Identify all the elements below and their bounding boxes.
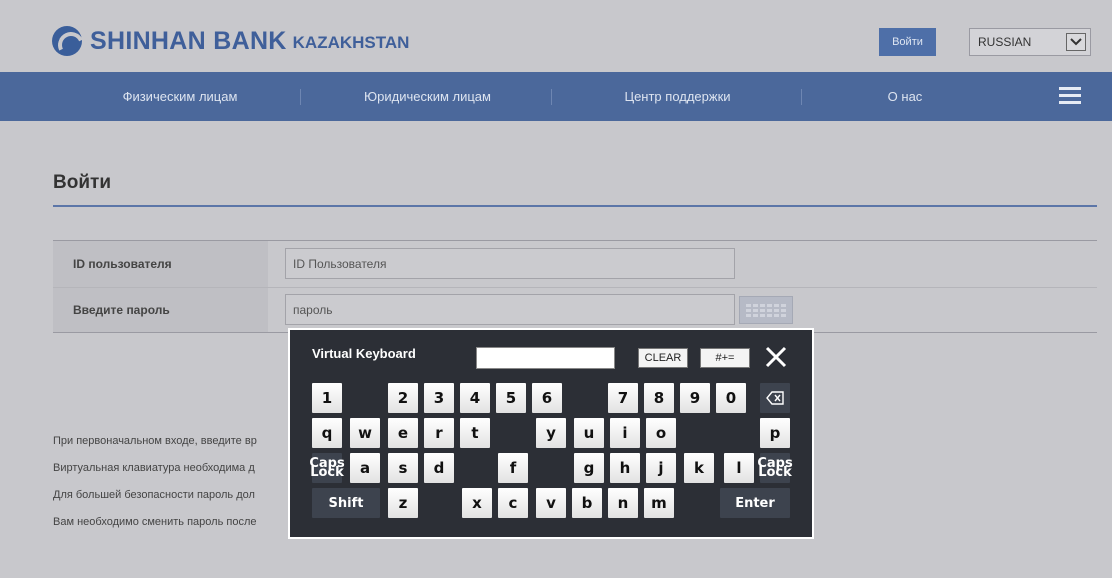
bank-logo[interactable]: SHINHAN BANK KAZAKHSTAN	[52, 26, 409, 56]
key-h[interactable]: h	[610, 453, 640, 483]
page-title: Войти	[53, 172, 111, 193]
key-q[interactable]: q	[312, 418, 342, 448]
key-1[interactable]: 1	[312, 383, 342, 413]
key-g[interactable]: g	[574, 453, 604, 483]
login-button[interactable]: Войти	[879, 28, 936, 56]
key-u[interactable]: u	[574, 418, 604, 448]
key-k[interactable]: k	[684, 453, 714, 483]
nav-item-support[interactable]: Центр поддержки	[555, 72, 800, 121]
user-id-label: ID пользователя	[53, 241, 268, 287]
key-f[interactable]: f	[498, 453, 528, 483]
key-p[interactable]: p	[760, 418, 790, 448]
logo-text: SHINHAN BANK	[90, 26, 287, 55]
clear-button[interactable]: CLEAR	[638, 348, 688, 368]
key-j[interactable]: j	[646, 453, 676, 483]
key-w[interactable]: w	[350, 418, 380, 448]
key-t[interactable]: t	[460, 418, 490, 448]
shift-key[interactable]: Shift	[312, 488, 380, 518]
key-r[interactable]: r	[424, 418, 454, 448]
key-c[interactable]: c	[498, 488, 528, 518]
backspace-icon[interactable]	[760, 383, 790, 413]
key-6[interactable]: 6	[532, 383, 562, 413]
nav-divider	[300, 89, 301, 105]
keyboard-display	[476, 347, 615, 369]
key-b[interactable]: b	[572, 488, 602, 518]
password-label: Введите пароль	[53, 288, 268, 332]
key-3[interactable]: 3	[424, 383, 454, 413]
symbols-button[interactable]: #+=	[700, 348, 750, 368]
logo-subtext: KAZAKHSTAN	[292, 33, 410, 52]
close-icon[interactable]	[764, 344, 788, 370]
keyboard-title: Virtual Keyboard	[312, 346, 416, 361]
key-n[interactable]: n	[608, 488, 638, 518]
info-line: Виртуальная клавиатура необходима д	[53, 462, 255, 474]
key-l[interactable]: l	[724, 453, 754, 483]
nav-item-individuals[interactable]: Физическим лицам	[60, 72, 300, 121]
nav-divider	[801, 89, 802, 105]
key-z[interactable]: z	[388, 488, 418, 518]
virtual-keyboard-toggle-icon[interactable]	[739, 296, 793, 324]
language-value: RUSSIAN	[978, 35, 1032, 49]
key-m[interactable]: m	[644, 488, 674, 518]
nav-item-about[interactable]: О нас	[805, 72, 1005, 121]
key-i[interactable]: i	[610, 418, 640, 448]
key-v[interactable]: v	[536, 488, 566, 518]
shinhan-logo-icon	[52, 26, 82, 56]
key-7[interactable]: 7	[608, 383, 638, 413]
language-select[interactable]: RUSSIAN	[969, 28, 1091, 56]
info-line: Вам необходимо сменить пароль после	[53, 516, 257, 528]
user-id-input[interactable]: ID Пользователя	[285, 248, 735, 279]
key-5[interactable]: 5	[496, 383, 526, 413]
key-2[interactable]: 2	[388, 383, 418, 413]
key-a[interactable]: a	[350, 453, 380, 483]
key-8[interactable]: 8	[644, 383, 674, 413]
key-s[interactable]: s	[388, 453, 418, 483]
key-e[interactable]: e	[388, 418, 418, 448]
nav-divider	[551, 89, 552, 105]
password-input[interactable]: пароль	[285, 294, 735, 325]
key-9[interactable]: 9	[680, 383, 710, 413]
key-d[interactable]: d	[424, 453, 454, 483]
chevron-down-icon[interactable]	[1066, 33, 1086, 51]
enter-key[interactable]: Enter	[720, 488, 790, 518]
caps-lock-key[interactable]: Caps Lock	[757, 453, 793, 483]
key-o[interactable]: o	[646, 418, 676, 448]
caps-lock-key[interactable]: Caps Lock	[309, 453, 345, 483]
main-nav: Физическим лицам Юридическим лицам Центр…	[0, 72, 1112, 121]
info-line: При первоначальном входе, введите вр	[53, 435, 257, 447]
nav-item-business[interactable]: Юридическим лицам	[305, 72, 550, 121]
key-0[interactable]: 0	[716, 383, 746, 413]
info-line: Для большей безопасности пароль дол	[53, 489, 255, 501]
site-header: SHINHAN BANK KAZAKHSTAN Войти RUSSIAN	[0, 0, 1112, 72]
menu-icon[interactable]	[1059, 87, 1081, 105]
virtual-keyboard: Virtual Keyboard CLEAR #+= 1 2 3 4 5 6 7…	[288, 328, 814, 539]
title-divider	[53, 205, 1097, 207]
key-4[interactable]: 4	[460, 383, 490, 413]
key-y[interactable]: y	[536, 418, 566, 448]
key-x[interactable]: x	[462, 488, 492, 518]
